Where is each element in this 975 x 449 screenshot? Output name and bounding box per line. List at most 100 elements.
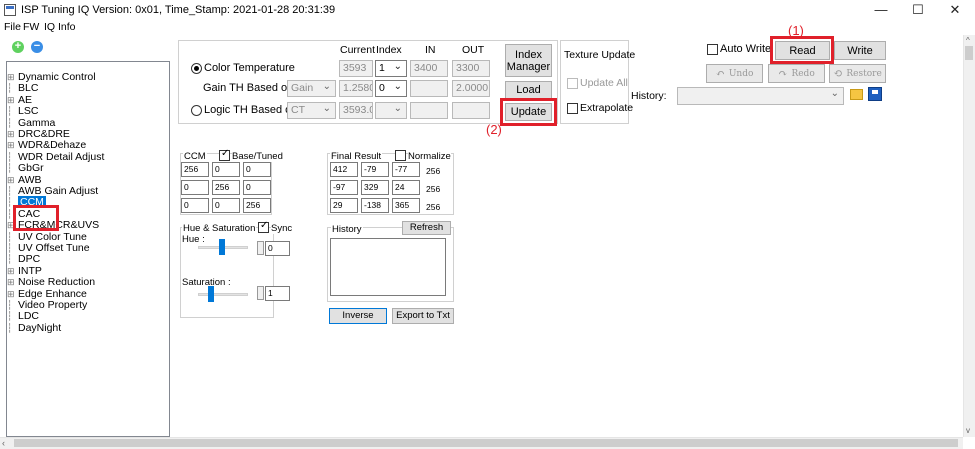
ccm-cell[interactable]: 0 [212, 162, 240, 177]
update-all-checkbox[interactable] [567, 78, 578, 89]
expand-icon[interactable]: ⊞ [7, 266, 18, 277]
final-cell[interactable]: -138 [361, 198, 389, 213]
gain-index-select[interactable]: 0 [375, 80, 407, 97]
hue-slider-thumb[interactable] [219, 239, 225, 255]
annotation-read-label: (1) [788, 23, 804, 38]
export-txt-button[interactable]: Export to Txt [392, 308, 454, 324]
load-button[interactable]: Load [505, 81, 552, 99]
add-icon[interactable]: + [12, 41, 24, 53]
minimize-button[interactable]: — [866, 0, 896, 21]
hue-spinner[interactable] [257, 241, 264, 255]
tree-connector-icon: ┆ [7, 151, 13, 162]
vertical-scrollbar[interactable] [963, 35, 975, 437]
auto-write-checkbox[interactable] [707, 44, 718, 55]
logic-th-radio[interactable] [191, 105, 202, 116]
final-scale-label: 256 [426, 184, 441, 194]
redo-button[interactable]: ↷ Redo [768, 64, 825, 83]
ccm-cell[interactable]: 256 [181, 162, 209, 177]
remove-icon[interactable]: − [31, 41, 43, 53]
menu-fw[interactable]: FW [23, 21, 39, 33]
sync-checkbox[interactable] [258, 220, 269, 233]
maximize-button[interactable]: ☐ [903, 0, 933, 21]
tree-item-label: UV Offset Tune [18, 242, 90, 254]
history-list[interactable] [330, 238, 446, 296]
restore-icon: ⟲ [833, 67, 843, 80]
ccm-cell[interactable]: 0 [212, 198, 240, 213]
menu-iq-info[interactable]: IQ Info [44, 21, 76, 33]
final-cell[interactable]: -79 [361, 162, 389, 177]
ccm-cell[interactable]: 256 [243, 198, 271, 213]
saturation-slider-thumb[interactable] [208, 286, 214, 302]
expand-icon[interactable]: ⊞ [7, 140, 18, 151]
annotation-ccm-highlight [13, 205, 59, 231]
expand-icon[interactable]: ⊞ [7, 277, 18, 288]
normalize-checkbox[interactable] [395, 150, 406, 161]
menu-file[interactable]: File [4, 21, 21, 33]
ccm-cell[interactable]: 0 [243, 162, 271, 177]
annotation-update-highlight [500, 98, 557, 126]
refresh-button[interactable]: Refresh [402, 221, 451, 235]
final-cell[interactable]: -97 [330, 180, 358, 195]
ccm-cell[interactable]: 256 [212, 180, 240, 195]
tree-item-label: Dynamic Control [18, 71, 96, 83]
expand-icon[interactable]: ⊞ [7, 72, 18, 83]
tree-connector-icon: ┆ [7, 117, 13, 128]
saturation-value-field[interactable]: 1 [265, 286, 290, 301]
history-select[interactable] [677, 87, 844, 105]
expand-icon[interactable]: ⊞ [7, 129, 18, 140]
header-in: IN [425, 44, 436, 56]
texture-update-label: Texture Update [564, 49, 636, 61]
restore-label: Restore [846, 68, 882, 79]
tree-item-label: DPC [18, 253, 41, 266]
folder-icon[interactable] [850, 89, 863, 100]
final-cell[interactable]: 24 [392, 180, 420, 195]
inverse-button[interactable]: Inverse [329, 308, 387, 324]
base-tuned-label: Base/Tuned [232, 151, 283, 162]
final-cell[interactable]: 329 [361, 180, 389, 195]
module-tree[interactable]: ⊞ Dynamic Control ┆ BLC ⊞ AE ┆ LSC ┆ Gamma ⊞ DRC&DR… [6, 61, 170, 437]
ccm-cell[interactable]: 0 [243, 180, 271, 195]
header-current: Current [340, 44, 376, 56]
index-manager-button[interactable]: Index Manager [505, 44, 552, 77]
restore-button[interactable]: ⟲ Restore [829, 64, 886, 83]
tree-item-label: LSC [18, 105, 39, 118]
tree-connector-icon: ┆ [7, 300, 13, 310]
vertical-scrollbar-thumb[interactable] [965, 46, 973, 60]
undo-button[interactable]: ↶ Undo [706, 64, 763, 83]
gain-out-field: 2.0000 [452, 80, 490, 97]
tree-item[interactable]: ┆ DayNight [7, 322, 61, 334]
scroll-up-icon[interactable]: ^ [966, 36, 970, 45]
ct-index-select[interactable]: 1 [375, 60, 407, 77]
sync-label: Sync [271, 223, 293, 234]
ccm-cell[interactable]: 0 [181, 180, 209, 195]
update-all-label: Update All [580, 77, 628, 89]
color-temperature-label: Color Temperature [204, 62, 295, 74]
close-button[interactable]: ✕ [940, 0, 970, 21]
final-cell[interactable]: -77 [392, 162, 420, 177]
tree-connector-icon: ┆ [7, 186, 13, 196]
tree-item-label: Edge Enhance [18, 287, 87, 300]
final-scale-label: 256 [426, 202, 441, 212]
expand-icon[interactable]: ⊞ [7, 95, 18, 106]
write-button[interactable]: Write [834, 41, 886, 60]
final-cell[interactable]: 412 [330, 162, 358, 177]
tree-connector-icon: ┆ [7, 163, 13, 174]
tree-connector-icon: ┆ [7, 231, 13, 242]
scroll-left-icon[interactable]: ‹ [2, 438, 5, 448]
final-cell[interactable]: 29 [330, 198, 358, 213]
base-tuned-checkbox[interactable] [219, 148, 230, 161]
final-cell[interactable]: 365 [392, 198, 420, 213]
ccm-cell[interactable]: 0 [181, 198, 209, 213]
scroll-down-icon[interactable]: v [966, 426, 970, 435]
horizontal-scrollbar-thumb[interactable] [14, 439, 958, 447]
tree-item-label: DRC&DRE [18, 128, 70, 140]
save-icon[interactable] [868, 87, 882, 101]
menu-bar: File FW IQ Info [0, 21, 975, 35]
extrapolate-checkbox[interactable] [567, 103, 578, 114]
color-temperature-radio[interactable] [191, 63, 202, 74]
expand-icon[interactable]: ⊞ [7, 175, 18, 186]
saturation-slider[interactable] [198, 293, 248, 296]
hue-value-field[interactable]: 0 [265, 241, 290, 256]
expand-icon[interactable]: ⊞ [7, 289, 18, 300]
saturation-spinner[interactable] [257, 286, 264, 300]
